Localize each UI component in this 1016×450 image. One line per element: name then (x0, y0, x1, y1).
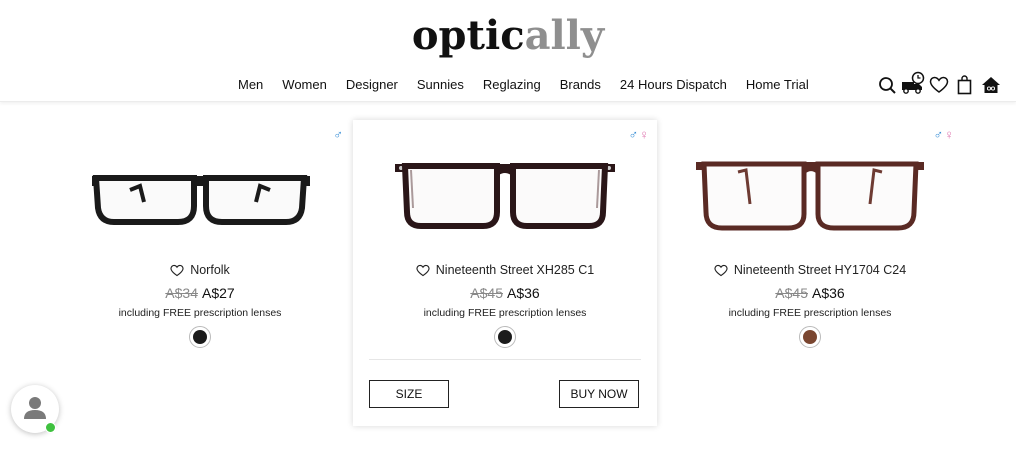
product-name-row: Nineteenth Street XH285 C1 (353, 263, 657, 277)
glasses-image[interactable] (658, 150, 962, 250)
female-icon: ♀ (639, 127, 649, 142)
buy-now-button[interactable]: BUY NOW (559, 380, 639, 408)
product-price: A$34 A$27 (48, 285, 352, 301)
prescription-note: including FREE prescription lenses (728, 307, 892, 319)
old-price: A$45 (470, 285, 503, 301)
color-swatch[interactable] (799, 326, 821, 348)
old-price: A$45 (775, 285, 808, 301)
male-icon: ♂ (933, 127, 944, 142)
product-card[interactable]: ♂♀ Nineteenth Street HY1704 C24 A$45 A$36… (658, 120, 962, 426)
product-name[interactable]: Norfolk (190, 263, 230, 277)
new-price: A$36 (507, 285, 540, 301)
card-divider (369, 359, 641, 360)
nav-item-sunnies[interactable]: Sunnies (417, 77, 464, 93)
product-card[interactable]: ♂ Norfolk A$34 A$27 including FREE prescr… (48, 120, 352, 426)
new-price: A$36 (812, 285, 845, 301)
home-trial-icon[interactable] (980, 74, 1002, 96)
nav-item-brands[interactable]: Brands (560, 77, 601, 93)
gender-indicator: ♂♀ (934, 127, 955, 142)
logo-part-gray: ally (524, 12, 605, 59)
nav-item-home-trial[interactable]: Home Trial (746, 77, 809, 93)
prescription-note: including FREE prescription lenses (423, 307, 587, 319)
product-name-row: Norfolk (48, 263, 352, 277)
nav-item-reglazing[interactable]: Reglazing (483, 77, 541, 93)
wishlist-heart-icon[interactable] (714, 264, 728, 277)
glasses-image[interactable] (353, 150, 657, 250)
male-icon: ♂ (628, 127, 639, 142)
heart-icon[interactable] (928, 74, 950, 96)
glasses-image[interactable] (48, 150, 352, 250)
new-price: A$27 (202, 285, 235, 301)
nav-item-women[interactable]: Women (282, 77, 327, 93)
nav-item-men[interactable]: Men (238, 77, 263, 93)
nav-item-24-hours-dispatch[interactable]: 24 Hours Dispatch (620, 77, 727, 93)
color-swatch[interactable] (494, 326, 516, 348)
logo-part-dark: optic (411, 12, 525, 59)
shopping-bag-icon[interactable] (954, 74, 976, 96)
search-icon[interactable] (876, 74, 898, 96)
prescription-note: including FREE prescription lenses (118, 307, 282, 319)
product-price: A$45 A$36 (658, 285, 962, 301)
product-name[interactable]: Nineteenth Street HY1704 C24 (734, 263, 906, 277)
female-icon: ♀ (944, 127, 954, 142)
gender-indicator: ♂ (333, 127, 344, 142)
product-name-row: Nineteenth Street HY1704 C24 (658, 263, 962, 277)
live-chat-button[interactable] (11, 385, 59, 433)
swatch-color (498, 330, 512, 344)
old-price: A$34 (165, 285, 198, 301)
product-card[interactable]: ♂♀ Nineteenth Street XH285 C1 A$45 A$36 i… (353, 120, 657, 426)
male-icon: ♂ (333, 127, 343, 142)
main-nav: Men Women Designer Sunnies Reglazing Bra… (238, 77, 828, 93)
swatch-color (193, 330, 207, 344)
site-header: optically Men Women Designer Sunnies Reg… (0, 0, 1016, 102)
nav-item-designer[interactable]: Designer (346, 77, 398, 93)
size-button[interactable]: SIZE (369, 380, 449, 408)
wishlist-heart-icon[interactable] (170, 264, 184, 277)
online-status-dot (45, 422, 56, 433)
wishlist-heart-icon[interactable] (416, 264, 430, 277)
swatch-color (803, 330, 817, 344)
product-name[interactable]: Nineteenth Street XH285 C1 (436, 263, 594, 277)
product-price: A$45 A$36 (353, 285, 657, 301)
gender-indicator: ♂♀ (629, 127, 650, 142)
site-logo[interactable]: optically (0, 10, 1016, 62)
delivery-truck-icon[interactable] (900, 70, 926, 96)
color-swatch[interactable] (189, 326, 211, 348)
